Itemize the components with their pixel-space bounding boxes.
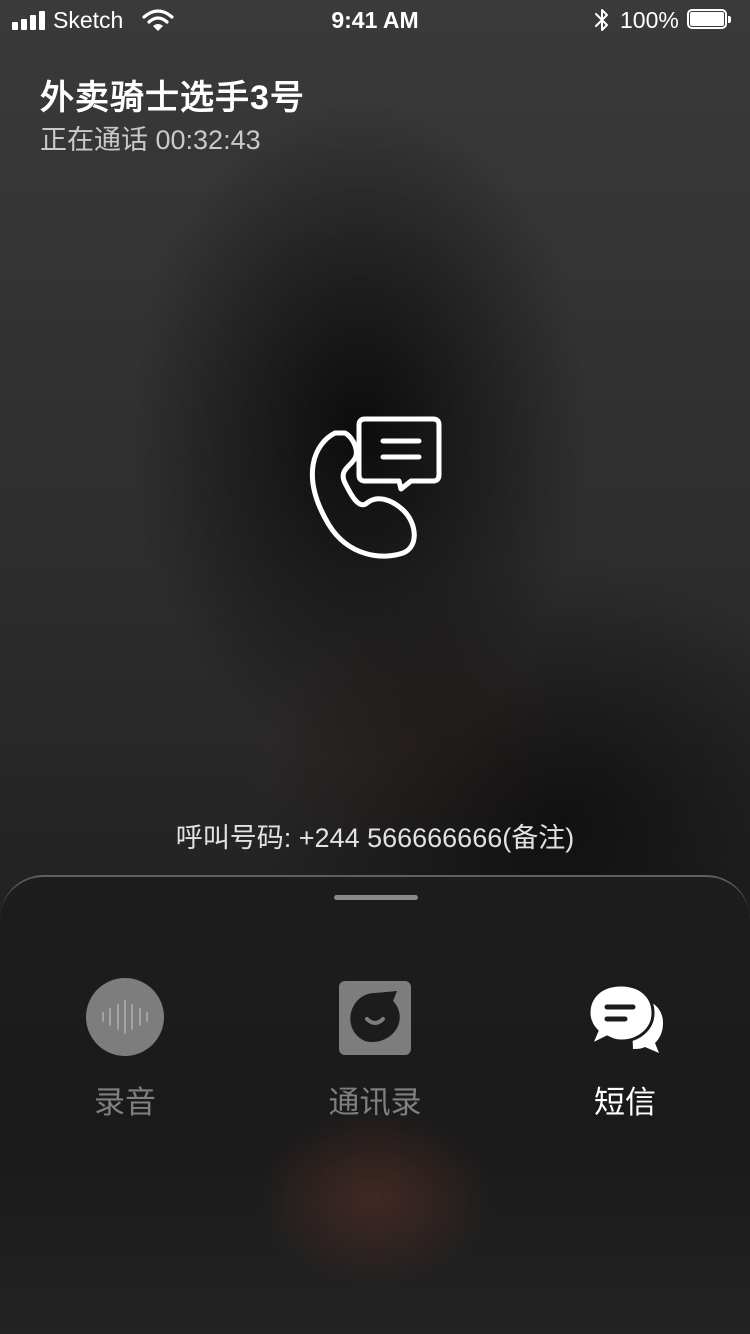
record-button[interactable]: 录音 [45,977,205,1127]
caller-name: 外卖骑士选手3号 [40,79,305,117]
voice-record-icon [86,978,164,1056]
battery-icon [687,9,733,31]
contacts-label: 通讯录 [328,1085,422,1120]
status-bar: Sketch 9:41 AM 100% [0,0,750,40]
phone-chat-icon [310,416,442,559]
sms-icon [587,983,663,1053]
sheet-drag-handle[interactable] [334,895,418,900]
bottom-action-sheet: 录音 通讯录 短信 [0,875,750,1334]
battery-percentage: 100% [620,7,679,33]
bluetooth-icon [595,9,608,31]
dialed-number: 呼叫号码: +244 566666666(备注) [175,823,575,853]
call-status-timer: 正在通话 00:32:43 [40,125,261,155]
contacts-icon [339,981,411,1055]
record-label: 录音 [94,1085,156,1120]
contacts-button[interactable]: 通讯录 [295,977,455,1127]
sms-button[interactable]: 短信 [545,977,705,1127]
sms-label: 短信 [594,1085,656,1120]
